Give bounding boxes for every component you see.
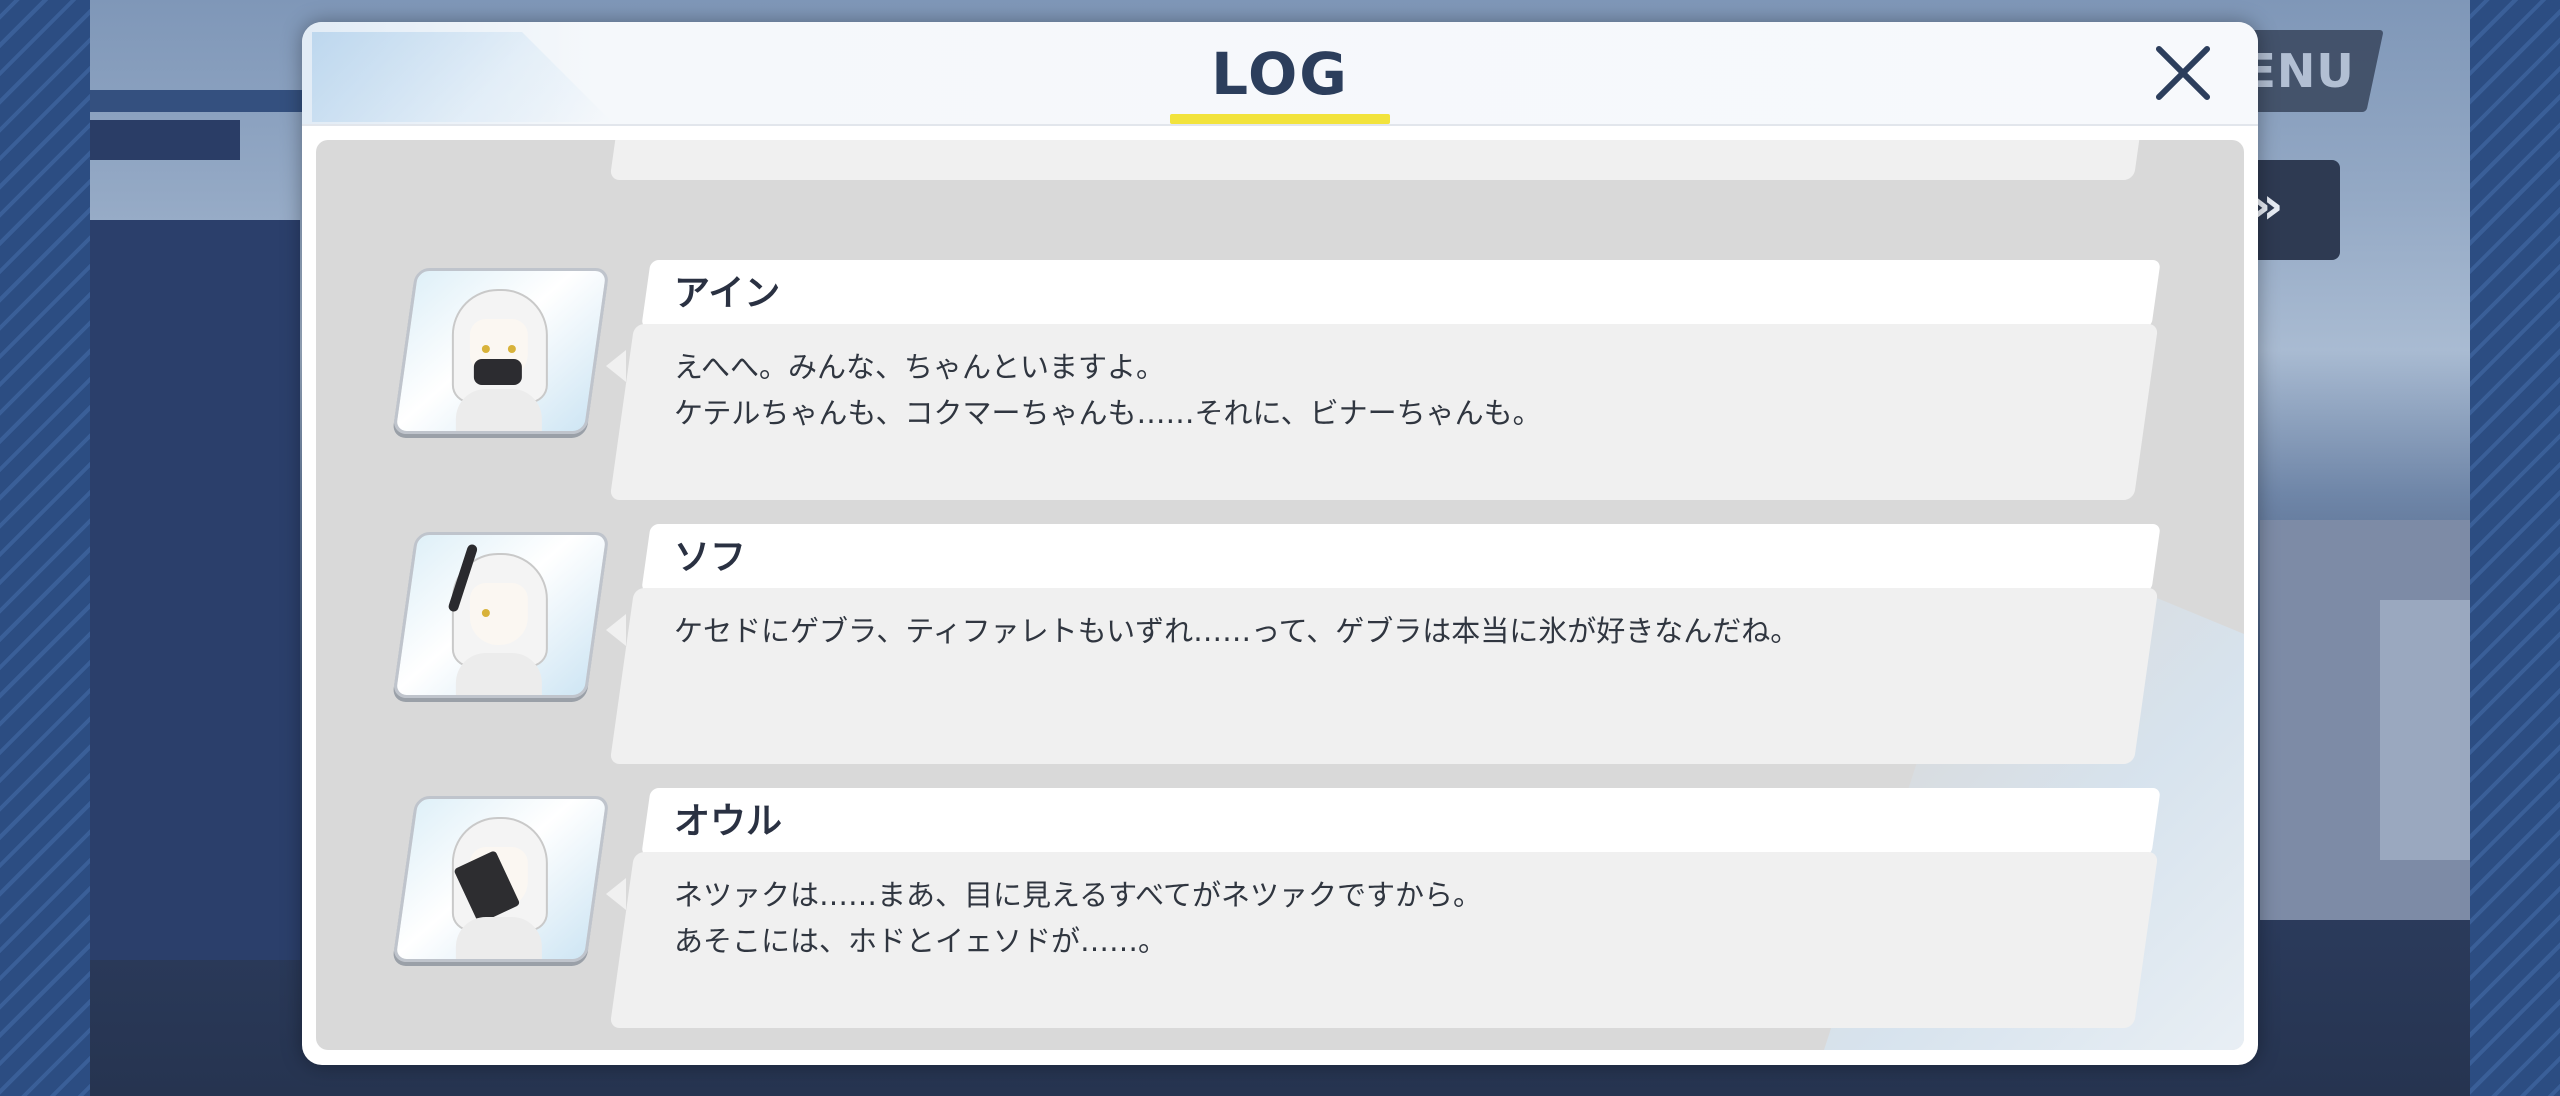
bubble-pointer xyxy=(606,350,626,382)
bubble-pointer xyxy=(606,614,626,646)
right-frame xyxy=(2470,0,2560,1096)
close-icon[interactable] xyxy=(2150,40,2216,106)
ain-portrait-icon xyxy=(392,268,610,434)
log-entry: オウル ネツァクは……まあ、目に見えるすべてがネツァクですから。 あそこには、ホ… xyxy=(316,788,2244,1040)
soph-portrait-icon xyxy=(392,532,610,698)
speaker-name: ソフ xyxy=(674,537,747,578)
title-underline xyxy=(1170,114,1390,124)
speaker-namebar xyxy=(641,788,2161,856)
log-list[interactable]: アイン えへへ。みんな、ちゃんといますよ。 ケテルちゃんも、コクマーちゃんも……… xyxy=(316,140,2244,1050)
speaker-namebar xyxy=(641,260,2161,328)
log-title: LOG xyxy=(1211,40,1349,108)
dialogue-line: ネツァクは……まあ、目に見えるすべてがネツァクですから。 xyxy=(674,878,1482,912)
bubble-pointer xyxy=(606,878,626,910)
log-entry xyxy=(316,140,2244,192)
dialogue-bubble xyxy=(609,140,2159,180)
log-entry: アイン えへへ。みんな、ちゃんといますよ。 ケテルちゃんも、コクマーちゃんも……… xyxy=(316,260,2244,512)
aur-portrait-icon xyxy=(392,796,610,962)
speaker-name: オウル xyxy=(674,801,783,842)
dialogue-line: えへへ。みんな、ちゃんといますよ。 xyxy=(674,350,1165,384)
left-frame xyxy=(0,0,90,1096)
dialogue-line: ケセドにゲブラ、ティファレトもいずれ……って、ゲブラは本当に氷が好きなんだね。 xyxy=(674,614,1800,648)
log-panel: LOG アイン えへへ。みんな、ちゃんといますよ。 ケテルちゃんも、コクマーちゃ… xyxy=(302,22,2258,1065)
dialogue-line: ケテルちゃんも、コクマーちゃんも……それに、ビナーちゃんも。 xyxy=(674,396,1542,430)
log-entry: ソフ ケセドにゲブラ、ティファレトもいずれ……って、ゲブラは本当に氷が好きなんだ… xyxy=(316,524,2244,776)
log-header: LOG xyxy=(302,22,2258,126)
dialogue-line: あそこには、ホドとイェソドが……。 xyxy=(674,924,1168,958)
speaker-name: アイン xyxy=(674,273,781,314)
speaker-namebar xyxy=(641,524,2161,592)
